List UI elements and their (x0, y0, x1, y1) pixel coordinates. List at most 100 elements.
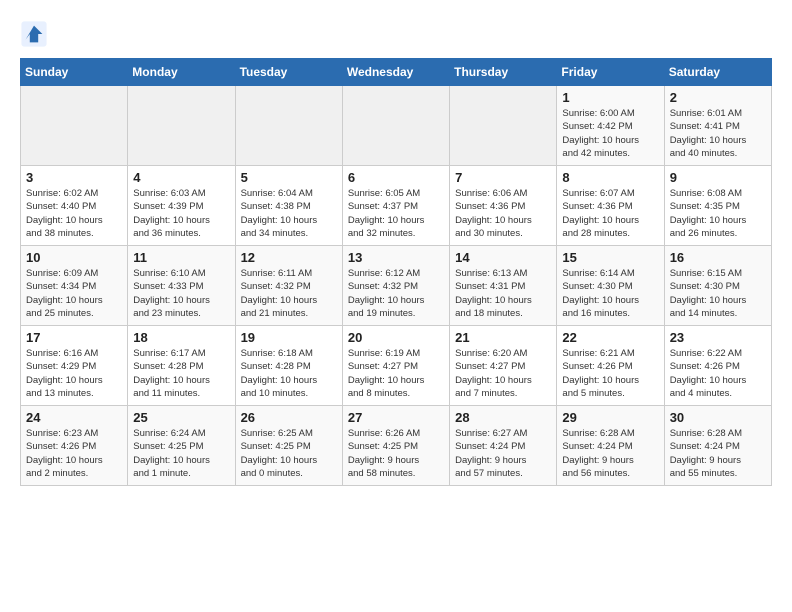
calendar-week-1: 1 Sunrise: 6:00 AM Sunset: 4:42 PM Daylig… (21, 86, 772, 166)
calendar-cell: 28 Sunrise: 6:27 AM Sunset: 4:24 PM Dayli… (450, 406, 557, 486)
day-number: 27 (348, 410, 444, 425)
day-number: 4 (133, 170, 229, 185)
day-info: Sunrise: 6:00 AM Sunset: 4:42 PM Dayligh… (562, 107, 658, 160)
logo (20, 20, 52, 48)
day-info: Sunrise: 6:14 AM Sunset: 4:30 PM Dayligh… (562, 267, 658, 320)
day-number: 14 (455, 250, 551, 265)
day-number: 9 (670, 170, 766, 185)
calendar-cell: 1 Sunrise: 6:00 AM Sunset: 4:42 PM Daylig… (557, 86, 664, 166)
weekday-header-monday: Monday (128, 59, 235, 86)
day-info: Sunrise: 6:26 AM Sunset: 4:25 PM Dayligh… (348, 427, 444, 480)
day-number: 16 (670, 250, 766, 265)
calendar-cell: 15 Sunrise: 6:14 AM Sunset: 4:30 PM Dayli… (557, 246, 664, 326)
calendar-cell (450, 86, 557, 166)
weekday-header-friday: Friday (557, 59, 664, 86)
day-info: Sunrise: 6:08 AM Sunset: 4:35 PM Dayligh… (670, 187, 766, 240)
day-number: 30 (670, 410, 766, 425)
calendar-cell: 6Sunrise: 6:05 AM Sunset: 4:37 PM Daylig… (342, 166, 449, 246)
calendar-cell: 24Sunrise: 6:23 AM Sunset: 4:26 PM Dayli… (21, 406, 128, 486)
calendar-cell (235, 86, 342, 166)
day-info: Sunrise: 6:20 AM Sunset: 4:27 PM Dayligh… (455, 347, 551, 400)
weekday-header-saturday: Saturday (664, 59, 771, 86)
calendar-cell: 12Sunrise: 6:11 AM Sunset: 4:32 PM Dayli… (235, 246, 342, 326)
calendar-cell: 7Sunrise: 6:06 AM Sunset: 4:36 PM Daylig… (450, 166, 557, 246)
day-number: 25 (133, 410, 229, 425)
calendar-cell: 30 Sunrise: 6:28 AM Sunset: 4:24 PM Dayli… (664, 406, 771, 486)
day-number: 20 (348, 330, 444, 345)
calendar-cell: 4Sunrise: 6:03 AM Sunset: 4:39 PM Daylig… (128, 166, 235, 246)
weekday-header-wednesday: Wednesday (342, 59, 449, 86)
day-info: Sunrise: 6:15 AM Sunset: 4:30 PM Dayligh… (670, 267, 766, 320)
calendar-cell: 18 Sunrise: 6:17 AM Sunset: 4:28 PM Dayli… (128, 326, 235, 406)
day-info: Sunrise: 6:17 AM Sunset: 4:28 PM Dayligh… (133, 347, 229, 400)
calendar-cell: 9 Sunrise: 6:08 AM Sunset: 4:35 PM Daylig… (664, 166, 771, 246)
day-info: Sunrise: 6:18 AM Sunset: 4:28 PM Dayligh… (241, 347, 337, 400)
day-info: Sunrise: 6:21 AM Sunset: 4:26 PM Dayligh… (562, 347, 658, 400)
day-info: Sunrise: 6:04 AM Sunset: 4:38 PM Dayligh… (241, 187, 337, 240)
page-header (20, 20, 772, 48)
calendar-cell: 2Sunrise: 6:01 AM Sunset: 4:41 PM Daylig… (664, 86, 771, 166)
day-info: Sunrise: 6:11 AM Sunset: 4:32 PM Dayligh… (241, 267, 337, 320)
day-number: 21 (455, 330, 551, 345)
calendar-table: SundayMondayTuesdayWednesdayThursdayFrid… (20, 58, 772, 486)
day-number: 28 (455, 410, 551, 425)
day-number: 18 (133, 330, 229, 345)
calendar-cell: 22 Sunrise: 6:21 AM Sunset: 4:26 PM Dayli… (557, 326, 664, 406)
day-number: 29 (562, 410, 658, 425)
calendar-week-3: 10 Sunrise: 6:09 AM Sunset: 4:34 PM Dayli… (21, 246, 772, 326)
calendar-cell: 25Sunrise: 6:24 AM Sunset: 4:25 PM Dayli… (128, 406, 235, 486)
day-info: Sunrise: 6:10 AM Sunset: 4:33 PM Dayligh… (133, 267, 229, 320)
day-number: 5 (241, 170, 337, 185)
day-info: Sunrise: 6:22 AM Sunset: 4:26 PM Dayligh… (670, 347, 766, 400)
calendar-cell: 20Sunrise: 6:19 AM Sunset: 4:27 PM Dayli… (342, 326, 449, 406)
calendar-cell: 21 Sunrise: 6:20 AM Sunset: 4:27 PM Dayli… (450, 326, 557, 406)
day-number: 22 (562, 330, 658, 345)
calendar-cell: 10 Sunrise: 6:09 AM Sunset: 4:34 PM Dayli… (21, 246, 128, 326)
day-number: 10 (26, 250, 122, 265)
calendar-cell: 13 Sunrise: 6:12 AM Sunset: 4:32 PM Dayli… (342, 246, 449, 326)
day-number: 17 (26, 330, 122, 345)
day-number: 6 (348, 170, 444, 185)
day-number: 1 (562, 90, 658, 105)
day-number: 8 (562, 170, 658, 185)
calendar-cell: 16 Sunrise: 6:15 AM Sunset: 4:30 PM Dayli… (664, 246, 771, 326)
day-info: Sunrise: 6:07 AM Sunset: 4:36 PM Dayligh… (562, 187, 658, 240)
calendar-cell: 14 Sunrise: 6:13 AM Sunset: 4:31 PM Dayli… (450, 246, 557, 326)
calendar-cell: 23 Sunrise: 6:22 AM Sunset: 4:26 PM Dayli… (664, 326, 771, 406)
day-info: Sunrise: 6:25 AM Sunset: 4:25 PM Dayligh… (241, 427, 337, 480)
weekday-header-tuesday: Tuesday (235, 59, 342, 86)
day-number: 7 (455, 170, 551, 185)
day-info: Sunrise: 6:28 AM Sunset: 4:24 PM Dayligh… (562, 427, 658, 480)
calendar-cell: 29 Sunrise: 6:28 AM Sunset: 4:24 PM Dayli… (557, 406, 664, 486)
calendar-cell: 17 Sunrise: 6:16 AM Sunset: 4:29 PM Dayli… (21, 326, 128, 406)
day-info: Sunrise: 6:16 AM Sunset: 4:29 PM Dayligh… (26, 347, 122, 400)
day-info: Sunrise: 6:28 AM Sunset: 4:24 PM Dayligh… (670, 427, 766, 480)
day-info: Sunrise: 6:12 AM Sunset: 4:32 PM Dayligh… (348, 267, 444, 320)
calendar-cell: 11 Sunrise: 6:10 AM Sunset: 4:33 PM Dayli… (128, 246, 235, 326)
day-info: Sunrise: 6:27 AM Sunset: 4:24 PM Dayligh… (455, 427, 551, 480)
calendar-cell: 19 Sunrise: 6:18 AM Sunset: 4:28 PM Dayli… (235, 326, 342, 406)
calendar-cell (21, 86, 128, 166)
calendar-cell: 8 Sunrise: 6:07 AM Sunset: 4:36 PM Daylig… (557, 166, 664, 246)
day-number: 3 (26, 170, 122, 185)
weekday-header-thursday: Thursday (450, 59, 557, 86)
day-info: Sunrise: 6:13 AM Sunset: 4:31 PM Dayligh… (455, 267, 551, 320)
day-number: 2 (670, 90, 766, 105)
day-number: 19 (241, 330, 337, 345)
day-info: Sunrise: 6:09 AM Sunset: 4:34 PM Dayligh… (26, 267, 122, 320)
calendar-cell: 26 Sunrise: 6:25 AM Sunset: 4:25 PM Dayli… (235, 406, 342, 486)
calendar-cell (128, 86, 235, 166)
weekday-header-sunday: Sunday (21, 59, 128, 86)
calendar-week-4: 17 Sunrise: 6:16 AM Sunset: 4:29 PM Dayli… (21, 326, 772, 406)
day-number: 23 (670, 330, 766, 345)
day-number: 13 (348, 250, 444, 265)
calendar-cell: 3 Sunrise: 6:02 AM Sunset: 4:40 PM Daylig… (21, 166, 128, 246)
day-number: 11 (133, 250, 229, 265)
day-info: Sunrise: 6:02 AM Sunset: 4:40 PM Dayligh… (26, 187, 122, 240)
calendar-cell (342, 86, 449, 166)
day-number: 26 (241, 410, 337, 425)
day-number: 15 (562, 250, 658, 265)
calendar-week-2: 3 Sunrise: 6:02 AM Sunset: 4:40 PM Daylig… (21, 166, 772, 246)
weekday-header-row: SundayMondayTuesdayWednesdayThursdayFrid… (21, 59, 772, 86)
calendar-cell: 27 Sunrise: 6:26 AM Sunset: 4:25 PM Dayli… (342, 406, 449, 486)
